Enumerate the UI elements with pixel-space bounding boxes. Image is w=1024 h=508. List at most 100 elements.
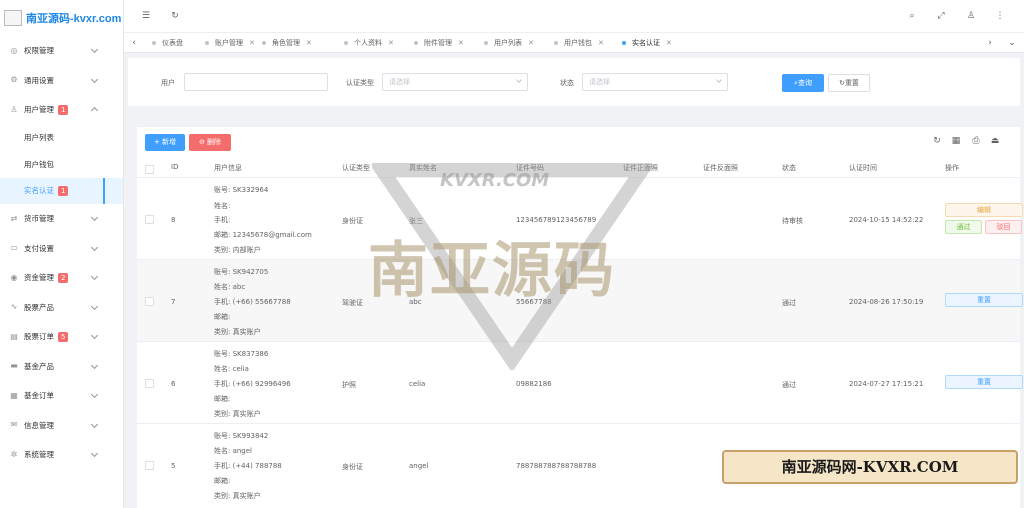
columns-icon[interactable]: ▦: [951, 136, 961, 146]
user-avatar-icon[interactable]: ♙: [966, 11, 976, 21]
column-header-status: 状态: [782, 164, 796, 172]
column-header-user-info: 用户信息: [214, 164, 242, 172]
close-icon[interactable]: ✕: [458, 39, 464, 47]
sidebar-item-permission[interactable]: ◎ 权限管理: [0, 36, 123, 66]
select-all-checkbox[interactable]: [145, 165, 154, 174]
row-id: 6: [171, 380, 176, 388]
row-checkbox[interactable]: [145, 297, 154, 306]
tab-scroll-left-icon[interactable]: ‹: [126, 33, 142, 53]
sidebar-item-stock-orders[interactable]: ▤ 股票订单 5: [0, 322, 123, 352]
sidebar-item-general-settings[interactable]: ⚙ 通用设置: [0, 66, 123, 96]
sidebar-subitem-verification[interactable]: 实名认证 1: [0, 177, 123, 204]
row-id: 8: [171, 216, 176, 224]
chevron-down-icon: [90, 272, 99, 281]
logo[interactable]: 南亚源码-kvxr.com: [0, 0, 123, 36]
edit-button[interactable]: 编辑: [945, 203, 1023, 217]
currency-icon: ⇄: [10, 213, 18, 223]
user-phone: 手机: (+66) 92996496: [214, 380, 291, 388]
verification-time: 2024-08-26 17:50:19: [849, 298, 924, 306]
delete-button[interactable]: ⊖ 删除: [189, 134, 231, 151]
shield-icon: ◎: [10, 45, 18, 55]
table-row: 7 账号: SK942705 姓名: abc 手机: (+66) 5566778…: [137, 260, 1023, 342]
chevron-down-icon: [90, 420, 99, 428]
row-checkbox[interactable]: [145, 379, 154, 388]
tab-scroll-right-icon[interactable]: ›: [982, 33, 998, 53]
sidebar-item-stock-products[interactable]: ∿ 股票产品: [0, 293, 123, 323]
sidebar-item-user-management[interactable]: ♙ 用户管理 1: [0, 95, 123, 125]
reset-verification-button[interactable]: 重置: [945, 375, 1023, 389]
sidebar-item-messages[interactable]: ✉ 信息管理: [0, 411, 123, 441]
sidebar-item-currency[interactable]: ⇄ 货币管理: [0, 204, 123, 234]
status-filter-select[interactable]: 请选择: [582, 73, 728, 91]
tab-user-wallet[interactable]: 用户钱包 ✕: [554, 33, 604, 53]
export-icon[interactable]: ⏏: [990, 136, 1000, 146]
verification-type: 驾驶证: [342, 299, 363, 307]
tab-role-management[interactable]: 角色管理 ✕: [262, 33, 312, 53]
sidebar-item-fund-products[interactable]: ▬ 基金产品: [0, 352, 123, 382]
add-button[interactable]: + 新增: [145, 134, 185, 151]
search-button[interactable]: ⌕查询: [782, 74, 824, 92]
tab-user-list[interactable]: 用户列表 ✕: [484, 33, 534, 53]
sidebar-item-fund-orders[interactable]: ▦ 基金订单: [0, 381, 123, 411]
user-name: 姓名: abc: [214, 283, 246, 291]
more-icon[interactable]: ⋮: [995, 11, 1005, 21]
count-badge: 1: [58, 185, 69, 196]
data-table-panel: + 新增 ⊖ 删除 ↻ ▦ ⎙ ⏏ ID 用户信息 认证类型 真实姓名 证件号码…: [137, 127, 1023, 508]
tab-account-management[interactable]: 账户管理 ✕: [205, 33, 255, 53]
refresh-icon[interactable]: ↻: [170, 11, 180, 21]
status-text: 通过: [782, 299, 796, 307]
type-filter-select[interactable]: 请选择: [382, 73, 528, 91]
order-icon: ▤: [10, 331, 18, 341]
table-row: 8 账号: SK332964 姓名: 手机: 邮箱: 12345678@gmai…: [137, 178, 1023, 260]
reject-button[interactable]: 驳回: [985, 220, 1022, 234]
fullscreen-icon[interactable]: ⤢: [936, 11, 946, 21]
row-checkbox[interactable]: [145, 461, 154, 470]
sidebar-item-system[interactable]: ✲ 系统管理: [0, 440, 123, 470]
user-filter-input[interactable]: [184, 73, 328, 91]
print-icon[interactable]: ⎙: [971, 136, 981, 146]
column-header-doc-number: 证件号码: [516, 164, 544, 172]
user-email: 邮箱:: [214, 313, 231, 321]
close-icon[interactable]: ✕: [528, 39, 534, 47]
chevron-down-icon: [90, 213, 99, 222]
chevron-down-icon: [716, 77, 722, 83]
user-email: 邮箱:: [214, 477, 231, 485]
document-number: 55667788: [516, 298, 552, 306]
chevron-down-icon: [90, 45, 99, 54]
reset-verification-button[interactable]: 重置: [945, 293, 1023, 307]
chevron-down-icon[interactable]: ⌄: [1004, 33, 1020, 53]
user-name: 姓名:: [214, 202, 231, 210]
sidebar-item-payment[interactable]: ▭ 支付设置: [0, 234, 123, 264]
tab-verification[interactable]: 实名认证 ✕: [622, 33, 672, 53]
column-header-doc-back: 证件反面照: [703, 164, 738, 172]
close-icon[interactable]: ✕: [598, 39, 604, 47]
close-icon[interactable]: ✕: [249, 39, 255, 47]
tab-attachments[interactable]: 附件管理 ✕: [414, 33, 464, 53]
sidebar-subitem-user-list[interactable]: 用户列表: [0, 125, 123, 152]
verification-type: 身份证: [342, 217, 363, 225]
status-filter-label: 状态: [560, 79, 574, 87]
real-name: 张三: [409, 217, 423, 225]
close-icon[interactable]: ✕: [306, 39, 312, 47]
refresh-icon[interactable]: ↻: [932, 136, 942, 146]
document-number: 788788788788788788: [516, 462, 597, 470]
row-checkbox[interactable]: [145, 215, 154, 224]
verification-time: 2024-10-15 14:52:22: [849, 216, 924, 224]
user-phone: 手机: (+66) 55667788: [214, 298, 291, 306]
chevron-down-icon: [90, 75, 99, 83]
approve-button[interactable]: 通过: [945, 220, 982, 234]
tab-profile[interactable]: 个人资料 ✕: [344, 33, 394, 53]
sidebar-subitem-user-wallet[interactable]: 用户钱包: [0, 151, 123, 178]
sidebar-item-funds[interactable]: ◉ 资金管理 2: [0, 263, 123, 293]
status-text: 通过: [782, 381, 796, 389]
reset-button[interactable]: ↻重置: [828, 74, 870, 92]
menu-fold-icon[interactable]: ☰: [141, 11, 151, 21]
chevron-down-icon: [90, 361, 99, 369]
search-icon[interactable]: ⌕: [907, 11, 917, 21]
close-icon[interactable]: ✕: [666, 39, 672, 47]
column-header-actions: 操作: [945, 164, 959, 172]
tab-dashboard[interactable]: 仪表盘: [152, 33, 183, 53]
close-icon[interactable]: ✕: [388, 39, 394, 47]
real-name: celia: [409, 380, 426, 388]
column-header-id[interactable]: ID: [171, 163, 178, 171]
